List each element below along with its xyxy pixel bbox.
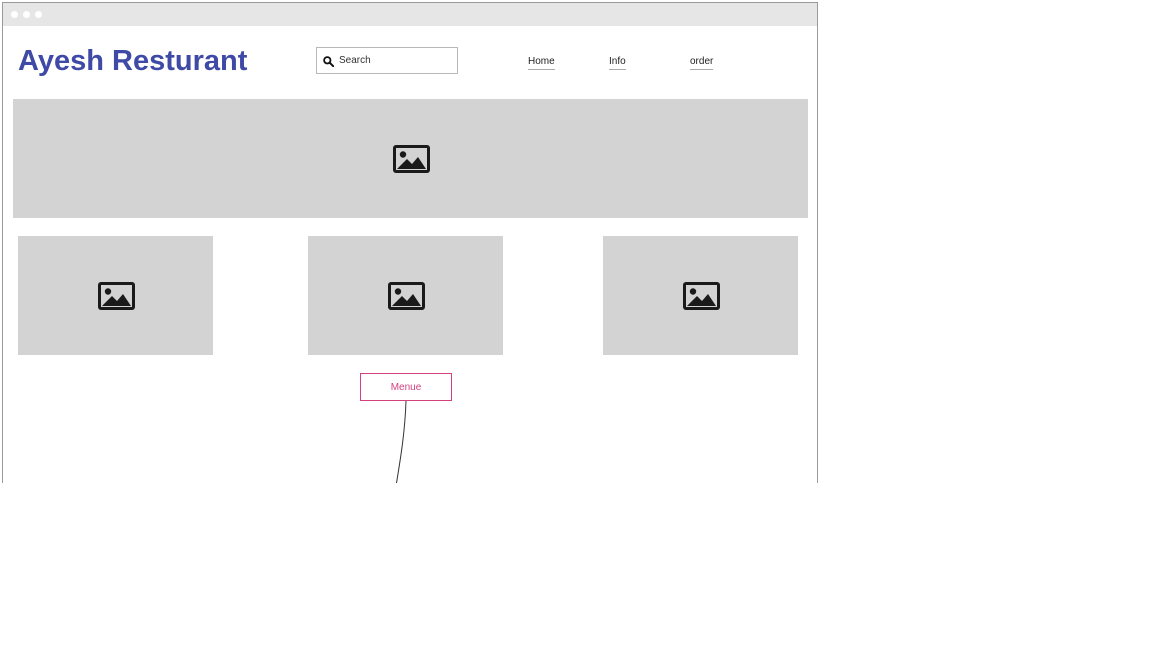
search-icon — [323, 56, 334, 67]
card-image-placeholder — [308, 236, 503, 355]
browser-window: Ayesh Resturant Search Home Info order M… — [2, 2, 818, 483]
image-icon — [392, 144, 430, 173]
hero-image-placeholder — [13, 99, 808, 218]
search-input[interactable]: Search — [316, 47, 458, 74]
image-icon — [97, 281, 135, 310]
card-image-placeholder — [603, 236, 798, 355]
window-control-dot[interactable] — [35, 11, 42, 18]
card-image-placeholder — [18, 236, 213, 355]
search-placeholder: Search — [339, 55, 371, 66]
window-titlebar — [3, 3, 817, 26]
nav-link-home[interactable]: Home — [528, 56, 555, 70]
image-icon — [387, 281, 425, 310]
site-title: Ayesh Resturant — [18, 45, 248, 77]
window-control-dot[interactable] — [23, 11, 30, 18]
nav-link-order[interactable]: order — [690, 56, 714, 70]
menu-button[interactable]: Menue — [360, 373, 452, 401]
nav-link-info[interactable]: Info — [609, 56, 626, 70]
image-icon — [682, 281, 720, 310]
connector-line — [395, 400, 407, 483]
window-control-dot[interactable] — [11, 11, 18, 18]
